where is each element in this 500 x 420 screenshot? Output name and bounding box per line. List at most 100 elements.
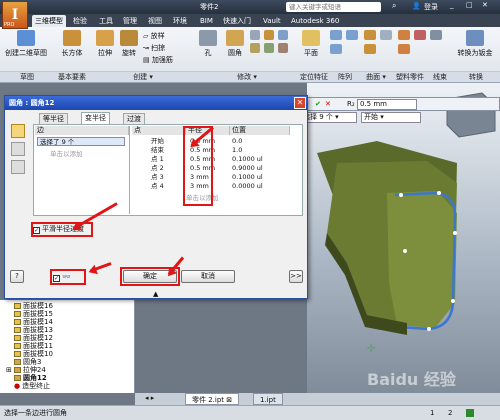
search-icon[interactable]: ⌕ [392,1,396,11]
revolve-button[interactable]: 旋转 [118,30,140,58]
group-surface[interactable]: 曲面 ▾ [360,71,392,82]
create-sketch-button[interactable]: 创建二维草图 [4,30,48,58]
browser-item[interactable]: 面拔模15 [14,310,53,318]
browser-item[interactable]: 面拔模11 [14,342,53,350]
group-primitives: 基本要素 [54,71,90,82]
browser-item[interactable]: 面拔模16 [14,302,53,310]
tab-manage[interactable]: 管理 [120,15,140,27]
group-create[interactable]: 创建 ▾ [90,71,196,82]
edge-selection-row[interactable]: 选择了 9 个 [37,137,125,146]
sweep-button[interactable]: ↝ 扫掠 [143,43,173,53]
chamfer-icon[interactable] [250,30,260,40]
browser-item[interactable]: 面拔模14 [14,318,53,326]
browser-item-active[interactable]: 圆角12 [14,374,47,382]
plane-button[interactable]: 平面 [300,30,322,58]
fillet-label: 圆角 [228,49,242,57]
circular-pattern-icon[interactable] [346,30,358,40]
apply-icon[interactable]: ✔ [315,98,321,111]
3d-viewport[interactable]: ▣ ⊹ Baidu 经验 [307,83,500,393]
box-button[interactable]: 长方体 [58,30,86,58]
point-cell[interactable]: 开始 [151,137,164,145]
browser-item[interactable]: ● 造型终止 [14,382,50,390]
browser-item[interactable]: ⊞ 拉伸24 [6,366,46,374]
nav-arrows-icon[interactable]: ◂ ▸ [145,394,154,402]
draft-icon[interactable] [278,30,288,40]
position-cell[interactable]: 0.0 [232,137,242,145]
point-cell[interactable]: 点 1 [151,155,164,163]
position-cell[interactable]: 0.0000 ul [232,182,263,190]
position-cell[interactable]: 1.0 [232,146,242,154]
point-cell[interactable]: 点 3 [151,173,164,181]
hole-button[interactable]: 孔 [198,30,218,58]
grill-icon[interactable] [398,30,410,40]
minimize-button[interactable]: _ [450,1,454,9]
snap-fit-icon[interactable] [398,44,410,54]
thread-icon[interactable] [250,43,260,53]
point-cell[interactable]: 结束 [151,146,164,154]
split-icon[interactable] [264,43,274,53]
edge-fillet-icon[interactable] [11,124,25,138]
rectangular-pattern-icon[interactable] [330,30,342,40]
fillet-button[interactable]: 圆角 [224,30,246,58]
pattern-surface-tools[interactable] [330,30,450,68]
loft-button[interactable]: ▱ 放样 [143,31,173,41]
tab-constant-radius[interactable]: 等半径 [39,113,68,124]
position-cell[interactable]: 0.1000 ul [232,155,263,163]
mirror-icon[interactable] [330,44,342,54]
expand-icon[interactable]: ⊞ [6,366,12,374]
patch-icon[interactable] [364,44,376,54]
rib-button[interactable]: ▤ 加强筋 [143,55,179,65]
more-options-button[interactable]: >> [289,270,303,283]
tab-bim[interactable]: BIM [197,15,216,27]
tab-getting-started[interactable]: 快速入门 [220,15,254,27]
convert-to-sheet-metal-button[interactable]: 转换为钣金 [452,30,498,58]
maximize-button[interactable]: □ [466,1,473,9]
add-edge-hint[interactable]: 单击以添加 [50,148,83,158]
combine-icon[interactable] [278,43,288,53]
doc-tab-active[interactable]: 零件 2.ipt ⊠ [185,393,240,405]
browser-item[interactable]: 面拔模10 [14,350,53,358]
point-cell[interactable]: 点 4 [151,182,164,190]
thicken-icon[interactable] [364,30,376,40]
tab-autodesk-360[interactable]: Autodesk 360 [288,15,342,27]
tab-setbacks[interactable]: 过渡 [123,113,145,124]
part-model[interactable] [307,83,500,393]
doc-tab[interactable]: 1.ipt [253,393,283,405]
tab-variable-radius[interactable]: 变半径 [81,112,110,124]
face-fillet-icon[interactable] [11,142,25,156]
end-of-part-icon: ● [14,382,21,390]
position-cell[interactable]: 0.9000 ul [232,164,263,172]
full-round-fillet-icon[interactable] [11,160,25,174]
login-link[interactable]: 登录 [424,2,438,12]
tab-view[interactable]: 视图 [145,15,165,27]
modify-tools[interactable] [250,30,298,68]
tab-tools[interactable]: 工具 [96,15,116,27]
point-cell[interactable]: 点 2 [151,164,164,172]
search-box[interactable]: 键入关键字或短语 [286,2,381,12]
cancel-icon[interactable]: ✕ [325,98,331,111]
position-cell[interactable]: 0.1000 ul [232,173,263,181]
browser-item[interactable]: 面拔模13 [14,326,53,334]
group-modify[interactable]: 修改 ▾ [196,71,298,82]
tab-environment[interactable]: 环境 [170,15,190,27]
cancel-button[interactable]: 取消 [181,270,235,283]
close-window-button[interactable]: ✕ [482,1,488,9]
stitch-icon[interactable] [380,30,392,40]
extrude-button[interactable]: 拉伸 [94,30,116,58]
shell-icon[interactable] [264,30,274,40]
boss-icon[interactable] [414,30,426,40]
collapse-icon[interactable]: ▲ [153,290,158,298]
browser-item[interactable]: 圆角3 [14,358,41,366]
harness-icon[interactable] [430,30,442,40]
dialog-close-button[interactable]: ✕ [294,97,306,109]
edge-selection-label: 选择了 9 个 [40,138,75,146]
help-button[interactable]: ? [10,270,24,283]
browser-item[interactable]: 面拔模12 [14,334,53,342]
tab-inspect[interactable]: 检验 [70,15,90,27]
radius-input[interactable]: 0.5 mm [357,99,417,110]
tab-vault[interactable]: Vault [260,15,284,27]
tab-3d-model[interactable]: 三维模型 [32,15,66,27]
col-position-header: 位置 [230,126,290,135]
user-icon[interactable]: 👤 [412,2,421,10]
mode-dropdown[interactable]: 开始 ▾ [361,112,421,123]
